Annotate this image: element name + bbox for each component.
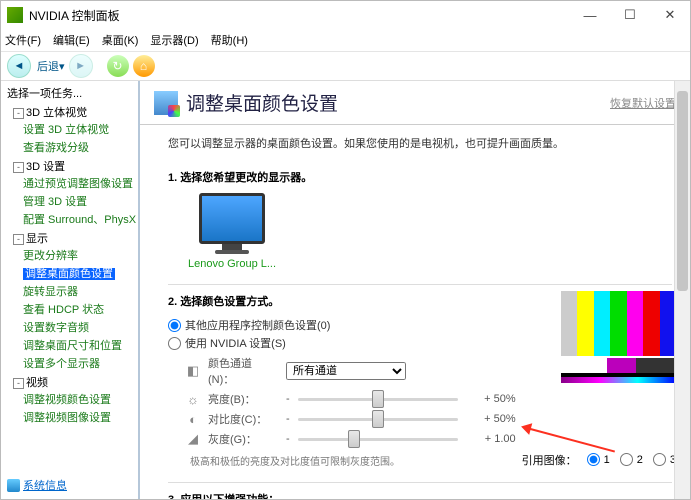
tree-item-digital-audio[interactable]: 设置数字音频 xyxy=(23,322,89,334)
home-icon[interactable]: ⌂ xyxy=(133,55,155,77)
menu-display[interactable]: 显示器(D) xyxy=(150,32,198,48)
color-channel-select[interactable]: 所有通道 xyxy=(286,362,406,380)
color-preview-image xyxy=(561,291,676,383)
brightness-value: + 50% xyxy=(466,393,516,405)
channel-icon: ◧ xyxy=(186,364,200,378)
tree-item-video-image[interactable]: 调整视频图像设置 xyxy=(23,412,111,424)
tree-item-preview-adjust[interactable]: 通过预览调整图像设置 xyxy=(23,178,133,190)
nav-back-label[interactable]: 后退 ▾ xyxy=(37,58,65,74)
monitor-icon xyxy=(199,193,265,244)
window-title: NVIDIA 控制面板 xyxy=(29,7,570,24)
page-title: 调整桌面颜色设置 xyxy=(186,89,338,116)
maximize-button[interactable]: ☐ xyxy=(610,1,650,29)
gamma-icon: ◢ xyxy=(186,432,200,446)
minimize-button[interactable]: — xyxy=(570,1,610,29)
nav-back-button[interactable]: ◄ xyxy=(7,54,31,78)
tree-item-set-3d-stereo[interactable]: 设置 3D 立体视觉 xyxy=(23,124,109,136)
sysinfo-icon xyxy=(7,479,20,492)
contrast-label: 对比度(C)： xyxy=(208,411,278,427)
radio-other-app-color[interactable] xyxy=(168,319,181,332)
tree-item-video-color[interactable]: 调整视频颜色设置 xyxy=(23,394,111,406)
expand-icon[interactable]: - xyxy=(13,162,24,173)
tree-group-3d-settings[interactable]: 3D 设置 xyxy=(26,161,65,173)
tree-item-view-game-rating[interactable]: 查看游戏分级 xyxy=(23,142,89,154)
monitor-label: Lenovo Group L... xyxy=(182,258,282,270)
close-button[interactable]: ✕ xyxy=(650,1,690,29)
menu-file[interactable]: 文件(F) xyxy=(5,32,41,48)
nav-forward-button: ► xyxy=(69,54,93,78)
tree-group-3d-stereo[interactable]: 3D 立体视觉 xyxy=(26,107,87,119)
contrast-value: + 50% xyxy=(466,413,516,425)
section-3-title: 3. 应用以下增强功能： xyxy=(168,491,672,499)
monitor-selector[interactable]: Lenovo Group L... xyxy=(182,193,282,270)
brightness-slider[interactable] xyxy=(298,392,458,406)
tree-item-rotate-display[interactable]: 旋转显示器 xyxy=(23,286,78,298)
ref-image-3[interactable] xyxy=(653,453,666,466)
gamma-slider[interactable] xyxy=(298,432,458,446)
refresh-icon[interactable]: ↻ xyxy=(107,55,129,77)
ref-image-2[interactable] xyxy=(620,453,633,466)
restore-defaults-link[interactable]: 恢复默认设置 xyxy=(610,95,676,111)
radio-nvidia-settings[interactable] xyxy=(168,337,181,350)
brightness-icon: ☼ xyxy=(186,392,200,406)
gamma-value: + 1.00 xyxy=(466,433,516,445)
vertical-scrollbar[interactable] xyxy=(674,81,690,499)
section-1-title: 1. 选择您希望更改的显示器。 xyxy=(168,169,672,185)
gamma-label: 灰度(G)： xyxy=(208,431,278,447)
radio-other-app-label: 其他应用程序控制颜色设置(0) xyxy=(185,317,330,333)
radio-nvidia-label: 使用 NVIDIA 设置(S) xyxy=(185,335,286,351)
contrast-icon: ◐ xyxy=(186,412,200,426)
system-info-link[interactable]: 系统信息 xyxy=(7,477,67,493)
menu-help[interactable]: 帮助(H) xyxy=(211,32,248,48)
tree-item-surround-physx[interactable]: 配置 Surround、PhysX xyxy=(23,214,136,226)
ref-image-1[interactable] xyxy=(587,453,600,466)
tree-item-multi-display[interactable]: 设置多个显示器 xyxy=(23,358,100,370)
brightness-label: 亮度(B)： xyxy=(208,391,278,407)
tree-group-video[interactable]: 视频 xyxy=(26,377,48,389)
expand-icon[interactable]: - xyxy=(13,108,24,119)
menu-desktop[interactable]: 桌面(K) xyxy=(102,32,139,48)
channel-label: 颜色通道(N)： xyxy=(208,355,278,387)
tree-item-change-res[interactable]: 更改分辨率 xyxy=(23,250,78,262)
contrast-slider[interactable] xyxy=(298,412,458,426)
page-header-icon xyxy=(154,91,178,115)
tree-header: 选择一项任务... xyxy=(3,83,138,103)
nvidia-app-icon xyxy=(7,7,23,23)
ref-image-label: 引用图像： xyxy=(522,452,577,468)
tree-item-hdcp-status[interactable]: 查看 HDCP 状态 xyxy=(23,304,104,316)
tree-item-adjust-desktop-color[interactable]: 调整桌面颜色设置 xyxy=(23,268,115,280)
menu-edit[interactable]: 编辑(E) xyxy=(53,32,90,48)
tree-item-desktop-size-pos[interactable]: 调整桌面尺寸和位置 xyxy=(23,340,122,352)
expand-icon[interactable]: - xyxy=(13,378,24,389)
tree-item-manage-3d[interactable]: 管理 3D 设置 xyxy=(23,196,87,208)
page-intro-text: 您可以调整显示器的桌面颜色设置。如果您使用的是电视机，也可提升画面质量。 xyxy=(168,135,672,151)
expand-icon[interactable]: - xyxy=(13,234,24,245)
tree-group-display[interactable]: 显示 xyxy=(26,233,48,245)
